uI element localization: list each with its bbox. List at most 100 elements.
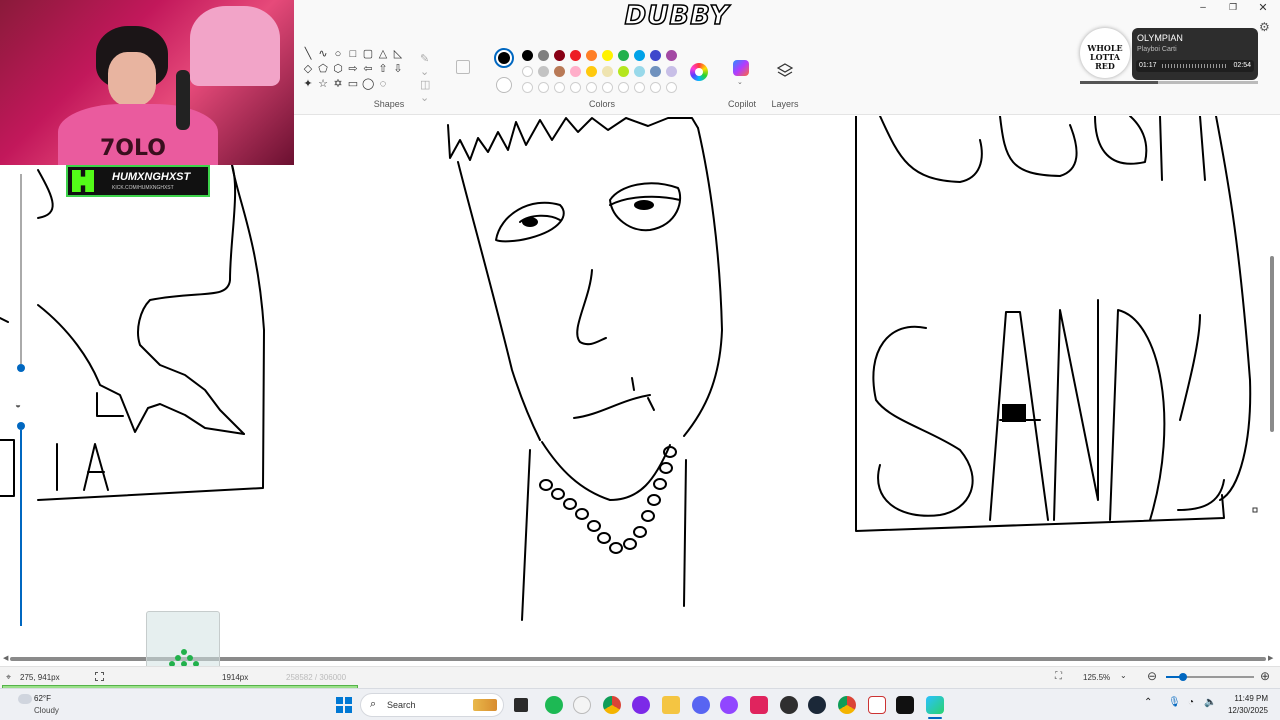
color-swatch[interactable] [586,66,597,77]
up-arrow-shape-icon[interactable]: ⇧ [377,63,389,75]
current-color-button[interactable] [494,48,514,68]
color-swatch[interactable] [666,50,677,61]
custom-color-slot[interactable] [538,82,549,93]
chrome-icon[interactable] [603,696,621,714]
edit-colors-icon[interactable] [690,63,708,81]
rectangle-shape-icon[interactable]: □ [347,48,359,60]
color-swatch[interactable] [570,50,581,61]
clock-time[interactable]: 11:49 PM [1226,694,1268,703]
zoom-value: 125.5% [1083,673,1111,682]
custom-color-slot[interactable] [634,82,645,93]
zoom-slider[interactable] [1166,673,1254,681]
tray-wifi-icon[interactable]: ◔ [1188,697,1194,708]
shapes-expand-icon[interactable] [456,60,470,74]
slider-thumb-top[interactable] [17,364,25,372]
rounded-rect-shape-icon[interactable]: ▢ [362,48,374,60]
six-star-shape-icon[interactable]: ✡ [332,78,344,90]
hexagon-shape-icon[interactable]: ⬡ [332,63,344,75]
custom-color-slot[interactable] [586,82,597,93]
start-icon[interactable] [336,697,352,713]
copilot-icon[interactable] [733,60,749,76]
spotify-icon[interactable] [545,696,563,714]
custom-color-slot[interactable] [570,82,581,93]
color-swatch[interactable] [522,50,533,61]
color-swatch[interactable] [522,66,533,77]
color-swatch[interactable] [538,66,549,77]
curve-shape-icon[interactable]: ∿ [317,48,329,60]
color-swatch[interactable] [570,66,581,77]
right-arrow-shape-icon[interactable]: ⇨ [347,63,359,75]
steam-icon[interactable] [808,696,826,714]
color-swatch[interactable] [634,50,645,61]
down-arrow-shape-icon[interactable]: ⇩ [392,63,404,75]
color-swatch[interactable] [634,66,645,77]
color-swatch[interactable] [618,50,629,61]
triangle-shape-icon[interactable]: △ [377,48,389,60]
zoom-out-icon[interactable]: ⊖ [1147,669,1157,683]
tray-volume-icon[interactable]: 🔈 [1204,697,1216,708]
taskbar-search[interactable]: ⌕ Search [360,693,504,717]
color-swatch[interactable] [538,50,549,61]
five-star-shape-icon[interactable]: ☆ [317,78,329,90]
shape-fill-icon[interactable]: ◫ ⌄ [420,78,440,104]
shape-outline-icon[interactable]: ✎ ⌄ [420,52,440,78]
restore-button[interactable]: ❐ [1226,2,1240,12]
paint-icon[interactable] [926,696,944,714]
tray-chevron-icon[interactable]: ⌃ [1144,697,1152,708]
settings-gear-icon[interactable]: ⚙ [1259,20,1273,34]
pentagon-shape-icon[interactable]: ⬠ [317,63,329,75]
layers-icon[interactable] [776,62,794,80]
callout-cloud-shape-icon[interactable]: ◌ [377,78,389,90]
color-swatch[interactable] [618,66,629,77]
color-swatch[interactable] [602,50,613,61]
task-view-icon[interactable] [514,698,528,712]
minimize-button[interactable]: – [1196,2,1210,13]
app-dark-icon[interactable] [780,696,798,714]
app-violet-icon[interactable] [720,696,738,714]
custom-color-slot[interactable] [602,82,613,93]
four-star-shape-icon[interactable]: ✦ [302,78,314,90]
brush-size-slider[interactable]: ◒ [12,174,30,634]
itunes-icon[interactable] [573,696,591,714]
file-explorer-icon[interactable] [662,696,680,714]
diamond-shape-icon[interactable]: ◇ [302,63,314,75]
left-arrow-shape-icon[interactable]: ⇦ [362,63,374,75]
color-swatch[interactable] [650,50,661,61]
zoom-in-icon[interactable]: ⊕ [1260,669,1270,683]
right-triangle-shape-icon[interactable]: ◺ [392,48,404,60]
fit-to-window-icon[interactable]: ⛶ [1055,671,1062,682]
callout-rect-shape-icon[interactable]: ▭ [347,78,359,90]
tray-mic-icon[interactable]: 🎙 [1168,697,1181,708]
close-button[interactable]: ✕ [1256,1,1270,14]
color-swatch[interactable] [650,66,661,77]
color-swatch[interactable] [554,50,565,61]
custom-color-slot[interactable] [650,82,661,93]
app-red-icon[interactable] [750,696,768,714]
obs-icon[interactable] [896,696,914,714]
vertical-scrollbar[interactable] [1270,256,1274,432]
line-shape-icon[interactable]: ╲ [302,48,314,60]
chrome-alt-icon[interactable] [838,696,856,714]
custom-color-slot[interactable] [618,82,629,93]
slider-thumb-bottom[interactable] [17,422,25,430]
weather-icon[interactable] [18,694,32,704]
clock-date[interactable]: 12/30/2025 [1222,706,1268,715]
discord-icon[interactable] [692,696,710,714]
color-swatch[interactable] [554,66,565,77]
scroll-left-icon[interactable]: ◀ [3,654,8,662]
drawing-canvas[interactable]: ◒ ◀ ▶ [0,116,1274,662]
zoom-slider-thumb[interactable] [1179,673,1187,681]
zoom-select[interactable]: 125.5% ⌄ [1076,670,1132,684]
color-swatch[interactable] [586,50,597,61]
scroll-right-icon[interactable]: ▶ [1268,654,1273,662]
color-swatch[interactable] [602,66,613,77]
custom-color-slot[interactable] [666,82,677,93]
custom-color-slot[interactable] [554,82,565,93]
oval-shape-icon[interactable]: ○ [332,48,344,60]
secondary-color-button[interactable] [496,77,512,93]
app-doc-icon[interactable] [868,696,886,714]
color-swatch[interactable] [666,66,677,77]
app-purple-icon[interactable] [632,696,650,714]
custom-color-slot[interactable] [522,82,533,93]
callout-oval-shape-icon[interactable]: ◯ [362,78,374,90]
